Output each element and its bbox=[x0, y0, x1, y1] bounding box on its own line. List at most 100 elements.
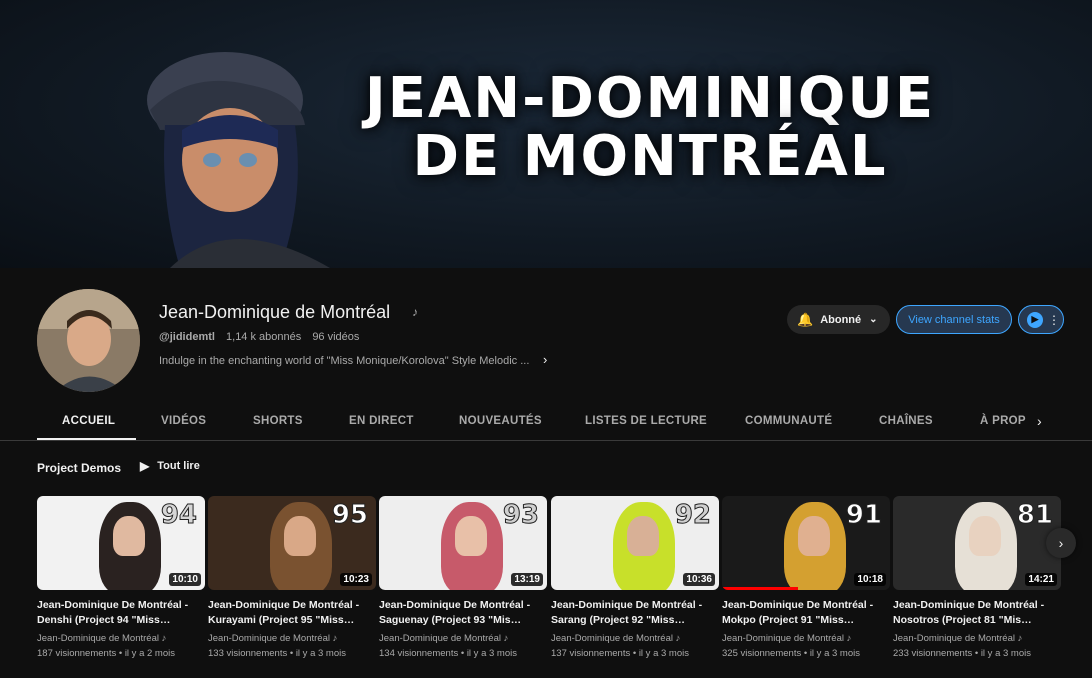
tab-community[interactable]: COMMUNAUTÉ bbox=[745, 415, 832, 427]
video-channel-name: Jean-Dominique de Montréal bbox=[208, 633, 330, 644]
tab-shorts[interactable]: SHORTS bbox=[253, 415, 303, 427]
video-channel[interactable]: Jean-Dominique de Montréal ♪ bbox=[37, 633, 205, 644]
video-duration: 10:23 bbox=[340, 573, 372, 586]
chevron-right-icon: › bbox=[1058, 535, 1064, 551]
subscribed-label: Abonné bbox=[820, 313, 862, 326]
video-title[interactable]: Jean-Dominique De Montréal - Mokpo (Proj… bbox=[722, 598, 890, 628]
video-stats: 133 visionnements • il y a 3 mois bbox=[208, 648, 346, 659]
play-icon: ▶ bbox=[140, 459, 150, 473]
video-channel[interactable]: Jean-Dominique de Montréal ♪ bbox=[208, 633, 376, 644]
tab-about[interactable]: À PROP bbox=[980, 415, 1026, 427]
section-title[interactable]: Project Demos bbox=[37, 461, 121, 475]
video-thumbnail[interactable]: 93 13:19 bbox=[379, 496, 547, 590]
project-number: 92 bbox=[674, 500, 711, 531]
video-stats: 187 visionnements • il y a 2 mois bbox=[37, 648, 175, 659]
video-card[interactable]: 94 10:10 Jean-Dominique De Montréal - De… bbox=[37, 496, 205, 659]
model-face bbox=[798, 516, 830, 556]
music-note-icon: ♪ bbox=[503, 633, 509, 644]
video-count: 96 vidéos bbox=[312, 331, 360, 343]
video-duration: 10:10 bbox=[169, 573, 201, 586]
tab-releases[interactable]: NOUVEAUTÉS bbox=[459, 415, 542, 427]
video-duration: 10:18 bbox=[854, 573, 886, 586]
chevron-right-icon[interactable]: › bbox=[543, 352, 547, 367]
video-channel-name: Jean-Dominique de Montréal bbox=[379, 633, 501, 644]
music-note-icon: ♪ bbox=[412, 305, 418, 319]
video-duration: 10:36 bbox=[683, 573, 715, 586]
video-card[interactable]: 91 10:18 Jean-Dominique De Montréal - Mo… bbox=[722, 496, 890, 659]
model-face bbox=[455, 516, 487, 556]
video-title[interactable]: Jean-Dominique De Montréal - Sarang (Pro… bbox=[551, 598, 719, 628]
music-note-icon: ♪ bbox=[675, 633, 681, 644]
avatar-image bbox=[37, 289, 140, 392]
channel-avatar[interactable] bbox=[37, 289, 140, 392]
video-card[interactable]: 93 13:19 Jean-Dominique De Montréal - Sa… bbox=[379, 496, 547, 659]
subscribed-button[interactable]: 🔔 Abonné ⌄ bbox=[787, 305, 890, 334]
extension-logo-icon: ▶ bbox=[1027, 311, 1043, 328]
banner-title-line2: DE MONTRÉAL bbox=[412, 124, 888, 189]
video-thumbnail[interactable]: 94 10:10 bbox=[37, 496, 205, 590]
channel-handle: @jididemtl bbox=[159, 331, 215, 343]
video-stats: 325 visionnements • il y a 3 mois bbox=[722, 648, 860, 659]
tab-accueil[interactable]: ACCUEIL bbox=[62, 415, 115, 427]
video-duration: 14:21 bbox=[1025, 573, 1057, 586]
project-number: 94 bbox=[160, 500, 197, 531]
video-thumbnail[interactable]: 81 14:21 bbox=[893, 496, 1061, 590]
extension-button[interactable]: ▶ ⋮ bbox=[1018, 305, 1064, 334]
tab-playlists[interactable]: LISTES DE LECTURE bbox=[585, 415, 707, 427]
play-all-button[interactable]: ▶ Tout lire bbox=[140, 459, 200, 473]
channel-tabs: ACCUEIL VIDÉOS SHORTS EN DIRECT NOUVEAUT… bbox=[37, 405, 1092, 440]
project-number: 95 bbox=[331, 500, 368, 531]
subscriber-count: 1,14 k abonnés bbox=[226, 331, 302, 343]
project-number: 93 bbox=[502, 500, 539, 531]
video-channel[interactable]: Jean-Dominique de Montréal ♪ bbox=[893, 633, 1061, 644]
model-face bbox=[284, 516, 316, 556]
model-face bbox=[113, 516, 145, 556]
channel-description[interactable]: Indulge in the enchanting world of "Miss… bbox=[159, 355, 529, 367]
tab-live[interactable]: EN DIRECT bbox=[349, 415, 414, 427]
video-thumbnail[interactable]: 95 10:23 bbox=[208, 496, 376, 590]
banner-title: JEAN-DOMINIQUE DE MONTRÉAL bbox=[300, 70, 1000, 186]
view-channel-stats-button[interactable]: View channel stats bbox=[896, 305, 1012, 334]
tab-videos[interactable]: VIDÉOS bbox=[161, 415, 206, 427]
chevron-down-icon: ⌄ bbox=[869, 314, 878, 325]
video-channel-name: Jean-Dominique de Montréal bbox=[893, 633, 1015, 644]
music-note-icon: ♪ bbox=[1017, 633, 1023, 644]
project-number: 81 bbox=[1016, 500, 1053, 531]
video-channel-name: Jean-Dominique de Montréal bbox=[722, 633, 844, 644]
music-note-icon: ♪ bbox=[332, 633, 338, 644]
video-title[interactable]: Jean-Dominique De Montréal - Kurayami (P… bbox=[208, 598, 376, 628]
video-duration: 13:19 bbox=[511, 573, 543, 586]
video-thumbnail[interactable]: 92 10:36 bbox=[551, 496, 719, 590]
divider bbox=[0, 440, 1092, 441]
video-title[interactable]: Jean-Dominique De Montréal - Denshi (Pro… bbox=[37, 598, 205, 628]
video-channel[interactable]: Jean-Dominique de Montréal ♪ bbox=[722, 633, 890, 644]
channel-name[interactable]: Jean-Dominique de Montréal bbox=[159, 302, 390, 323]
next-arrow-button[interactable]: › bbox=[1046, 528, 1076, 558]
tab-channels[interactable]: CHAÎNES bbox=[879, 415, 933, 427]
project-number: 91 bbox=[845, 500, 882, 531]
video-stats: 134 visionnements • il y a 3 mois bbox=[379, 648, 517, 659]
model-face bbox=[969, 516, 1001, 556]
video-stats: 233 visionnements • il y a 3 mois bbox=[893, 648, 1031, 659]
video-channel-name: Jean-Dominique de Montréal bbox=[37, 633, 159, 644]
music-note-icon: ♪ bbox=[846, 633, 852, 644]
video-title[interactable]: Jean-Dominique De Montréal - Nosotros (P… bbox=[893, 598, 1061, 628]
video-channel-name: Jean-Dominique de Montréal bbox=[551, 633, 673, 644]
more-vert-icon[interactable]: ⋮ bbox=[1048, 314, 1060, 326]
music-note-icon: ♪ bbox=[161, 633, 167, 644]
video-channel[interactable]: Jean-Dominique de Montréal ♪ bbox=[551, 633, 719, 644]
model-face bbox=[627, 516, 659, 556]
chevron-right-icon[interactable]: › bbox=[1037, 413, 1042, 429]
video-card[interactable]: 92 10:36 Jean-Dominique De Montréal - Sa… bbox=[551, 496, 719, 659]
video-title[interactable]: Jean-Dominique De Montréal - Saguenay (P… bbox=[379, 598, 547, 628]
play-all-label: Tout lire bbox=[157, 460, 200, 472]
bell-icon: 🔔 bbox=[797, 311, 814, 327]
watch-progress-bar bbox=[722, 587, 798, 590]
video-stats: 137 visionnements • il y a 3 mois bbox=[551, 648, 689, 659]
video-card[interactable]: 81 14:21 Jean-Dominique De Montréal - No… bbox=[893, 496, 1061, 659]
video-card[interactable]: 95 10:23 Jean-Dominique De Montréal - Ku… bbox=[208, 496, 376, 659]
banner-title-line1: JEAN-DOMINIQUE bbox=[364, 66, 936, 131]
video-thumbnail[interactable]: 91 10:18 bbox=[722, 496, 890, 590]
channel-banner: JEAN-DOMINIQUE DE MONTRÉAL bbox=[0, 0, 1092, 268]
video-channel[interactable]: Jean-Dominique de Montréal ♪ bbox=[379, 633, 547, 644]
